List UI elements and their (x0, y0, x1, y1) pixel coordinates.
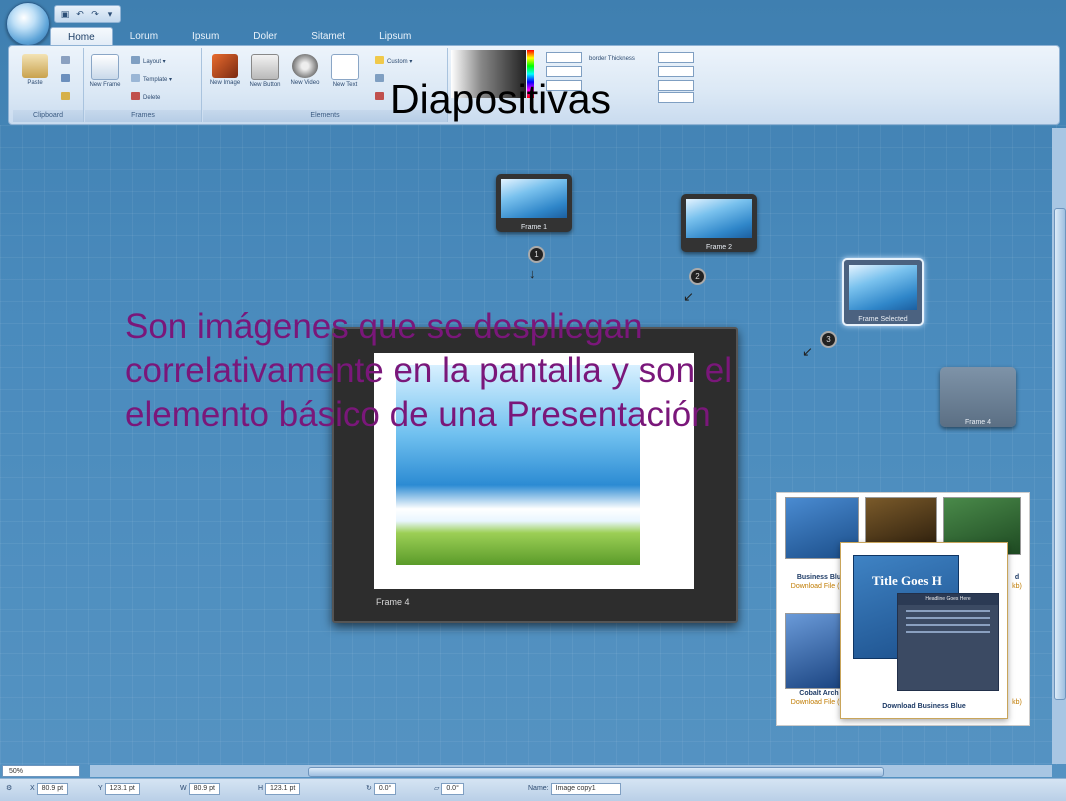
border-field-4[interactable] (658, 92, 694, 103)
preview-line (906, 631, 990, 633)
template-button[interactable]: Template ▾ (131, 74, 172, 84)
connector-icon[interactable]: 2 (689, 268, 706, 285)
template-suffix-2: kb) (1012, 699, 1022, 706)
preview-download-link[interactable]: Download Business Blue (841, 703, 1007, 710)
button-icon (251, 54, 279, 80)
skew-field[interactable]: ▱ 0.0° (434, 783, 464, 795)
frames-caption: Frames (85, 110, 201, 122)
settings-icon[interactable]: ⚙ (6, 783, 12, 795)
border-field-2[interactable] (658, 66, 694, 77)
text-icon (331, 54, 359, 80)
image-icon (212, 54, 238, 78)
x-field[interactable]: X 80.9 pt (30, 783, 69, 795)
link-icon[interactable] (375, 92, 387, 102)
new-frame-button[interactable]: New Frame (87, 54, 123, 89)
new-text-button[interactable]: New Text (327, 54, 363, 89)
layout-button[interactable]: Layout ▾ (131, 56, 166, 66)
tab-doler[interactable]: Doler (236, 27, 294, 47)
paste-icon (22, 54, 48, 78)
frame-image (501, 179, 567, 218)
frame-label: Frame 4 (376, 597, 410, 607)
new-frame-icon (91, 54, 119, 80)
rotate-icon: ↻ (366, 785, 372, 792)
film-reel-icon (292, 54, 318, 78)
zoom-field[interactable]: 50% (2, 765, 80, 777)
vertical-scrollbar[interactable] (1052, 128, 1066, 764)
status-bar: ⚙ X 80.9 pt Y 123.1 pt W 80.9 pt H 123.1… (0, 778, 1066, 801)
template-preview-business-blue[interactable]: Title Goes H Headline Goes Here Download… (840, 542, 1008, 719)
preview-title-text: Title Goes H (872, 573, 942, 588)
clipboard-caption: Clipboard (13, 110, 83, 122)
frame-thumbnail-2[interactable]: Frame 2 (681, 194, 757, 252)
connector-icon[interactable]: 3 (820, 331, 837, 348)
application-menu-button[interactable] (6, 2, 50, 46)
arrow-down-icon: ↙ (802, 344, 813, 359)
preview-line (906, 617, 990, 619)
redo-icon[interactable]: ↷ (89, 9, 101, 20)
frames-group: New Frame Layout ▾ Template ▾ Delete Fra… (85, 48, 202, 122)
tab-lorum[interactable]: Lorum (113, 27, 175, 47)
new-button-button[interactable]: New Button (247, 54, 283, 89)
paste-button[interactable]: Paste (17, 54, 53, 87)
new-video-button[interactable]: New Video (287, 54, 323, 87)
copy-icon[interactable] (61, 74, 73, 84)
w-field[interactable]: W 80.9 pt (180, 783, 220, 795)
format-painter-icon[interactable] (61, 92, 73, 102)
frame-thumbnail-selected[interactable]: Frame Selected (842, 258, 924, 326)
border-thickness-label: border Thickness (589, 56, 635, 62)
skew-icon: ▱ (434, 785, 440, 792)
customize-icon[interactable]: ▾ (104, 9, 116, 20)
quick-access-toolbar: ▣ ↶ ↷ ▾ (54, 5, 121, 23)
save-icon[interactable]: ▣ (59, 9, 71, 20)
preview-headline: Headline Goes Here (898, 594, 998, 605)
cut-icon[interactable] (61, 56, 73, 66)
clipboard-group: Paste Clipboard (13, 48, 84, 122)
name-field[interactable]: Name: Image copy1 (528, 783, 621, 795)
frame-image (849, 265, 917, 310)
preview-line (906, 610, 990, 612)
frame-image (686, 199, 752, 238)
preview-content-slide: Headline Goes Here (897, 593, 999, 691)
arrow-down-icon: ↙ (683, 289, 694, 304)
horizontal-scroll-thumb[interactable] (308, 767, 884, 777)
undo-icon[interactable]: ↶ (74, 9, 86, 20)
border-field-1[interactable] (658, 52, 694, 63)
new-image-button[interactable]: New Image (207, 54, 243, 87)
vertical-scroll-thumb[interactable] (1054, 208, 1066, 700)
arrow-down-icon: ↓ (529, 266, 536, 281)
shape-icon[interactable] (375, 74, 387, 84)
preview-line (906, 624, 990, 626)
template-suffix-1: d kb) (1012, 574, 1022, 590)
slide-title: Diapositivas (390, 76, 612, 122)
connector-icon[interactable]: 1 (528, 246, 545, 263)
horizontal-scrollbar[interactable] (90, 765, 1052, 777)
rotate-field[interactable]: ↻ 0.0° (366, 783, 397, 795)
tab-sitamet[interactable]: Sitamet (294, 27, 362, 47)
slide-body: Son imágenes que se despliegan correlati… (125, 307, 733, 434)
custom-button[interactable]: Custom ▾ (375, 56, 412, 66)
delete-button[interactable]: Delete (131, 92, 160, 102)
tab-ipsum[interactable]: Ipsum (175, 27, 236, 47)
border-field-3[interactable] (658, 80, 694, 91)
y-field[interactable]: Y 123.1 pt (98, 783, 140, 795)
h-field[interactable]: H 123.1 pt (258, 783, 301, 795)
color-value-field-1[interactable] (546, 52, 582, 63)
tab-lipsum[interactable]: Lipsum (362, 27, 428, 47)
frame-thumbnail-1[interactable]: Frame 1 (496, 174, 572, 232)
frame-thumbnail-4[interactable]: Frame 4 (940, 367, 1016, 427)
